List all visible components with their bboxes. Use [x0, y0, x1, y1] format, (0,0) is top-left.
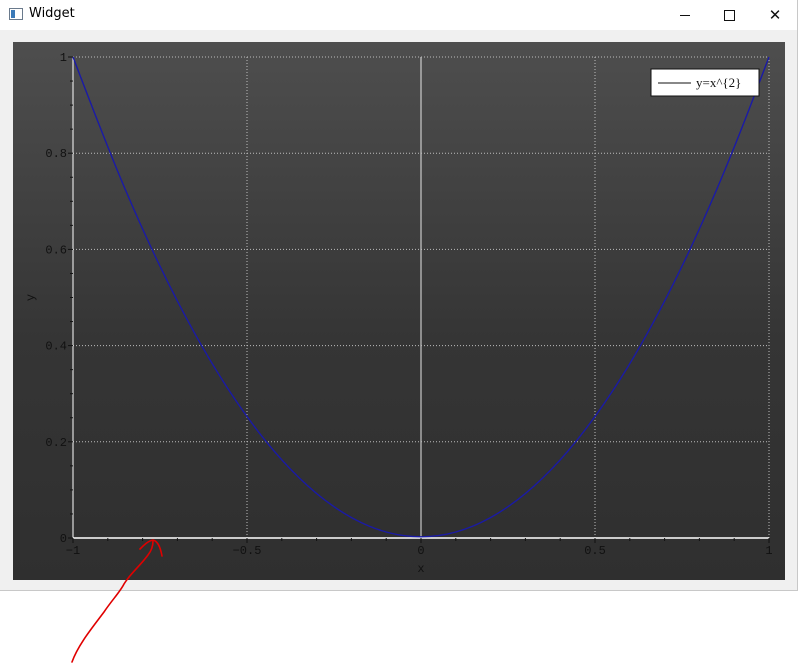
grid-lines: [72, 56, 770, 538]
red-annotation-arrow: [71, 539, 163, 663]
y-axis-label: y: [24, 294, 38, 301]
x-tick-label: 0: [417, 544, 424, 558]
y-tick-label: 1: [60, 51, 67, 65]
legend-label: y=x^{2}: [696, 75, 741, 90]
x-axis-label: x: [417, 562, 424, 576]
x-tick-label: −1: [66, 544, 80, 558]
axes: [68, 56, 770, 543]
legend: y=x^{2}: [650, 68, 760, 97]
x-tick-label: 0.5: [584, 544, 606, 558]
y-tick-label: 0.8: [45, 147, 67, 161]
chart-svg: −1 −0.5 0 0.5 1 0 0.2 0.4 0.6 0.8 1 x y y=x^{2}: [24, 51, 773, 663]
y-tick-label: 0.2: [45, 436, 67, 450]
y-tick-label: 0.4: [45, 340, 67, 354]
x-tick-label: −0.5: [233, 544, 262, 558]
x-tick-label: 1: [765, 544, 772, 558]
y-tick-label: 0: [60, 532, 67, 546]
y-tick-label: 0.6: [45, 243, 67, 257]
